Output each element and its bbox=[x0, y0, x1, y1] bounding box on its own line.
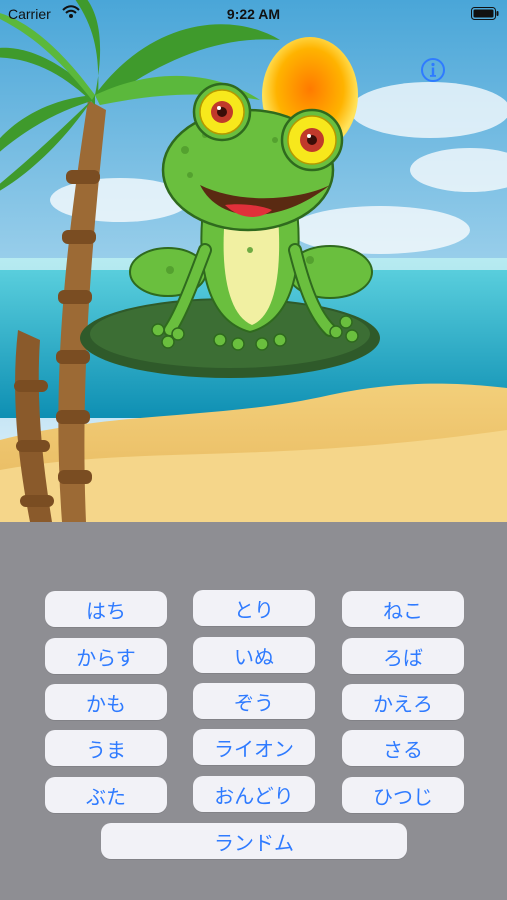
animal-button-hachi[interactable]: はち bbox=[45, 591, 167, 627]
animal-button-kamo[interactable]: かも bbox=[45, 684, 167, 720]
animal-button-hitsuji[interactable]: ひつじ bbox=[342, 777, 464, 813]
animal-button-raion[interactable]: ライオン bbox=[193, 729, 315, 765]
animal-button-buta[interactable]: ぶた bbox=[45, 777, 167, 813]
animal-button-saru[interactable]: さる bbox=[342, 730, 464, 766]
battery-icon bbox=[471, 7, 499, 23]
random-button[interactable]: ランドム bbox=[101, 823, 407, 859]
info-icon[interactable] bbox=[420, 57, 446, 83]
animal-button-tori[interactable]: とり bbox=[193, 590, 315, 626]
clock: 9:22 AM bbox=[226, 6, 281, 22]
animal-button-zou[interactable]: ぞう bbox=[193, 683, 315, 719]
animal-button-karasu[interactable]: からす bbox=[45, 638, 167, 674]
animal-button-uma[interactable]: うま bbox=[45, 730, 167, 766]
animal-button-roba[interactable]: ろば bbox=[342, 638, 464, 674]
animal-button-inu[interactable]: いぬ bbox=[193, 637, 315, 673]
animal-button-kaero[interactable]: かえろ bbox=[342, 684, 464, 720]
status-bar: Carrier 9:22 AM bbox=[0, 0, 507, 28]
animal-button-panel: はち とり ねこ からす いぬ ろば かも ぞう かえろ うま ライオン さる … bbox=[0, 522, 507, 900]
animal-button-neko[interactable]: ねこ bbox=[342, 591, 464, 627]
animal-button-ondori[interactable]: おんどり bbox=[193, 776, 315, 812]
